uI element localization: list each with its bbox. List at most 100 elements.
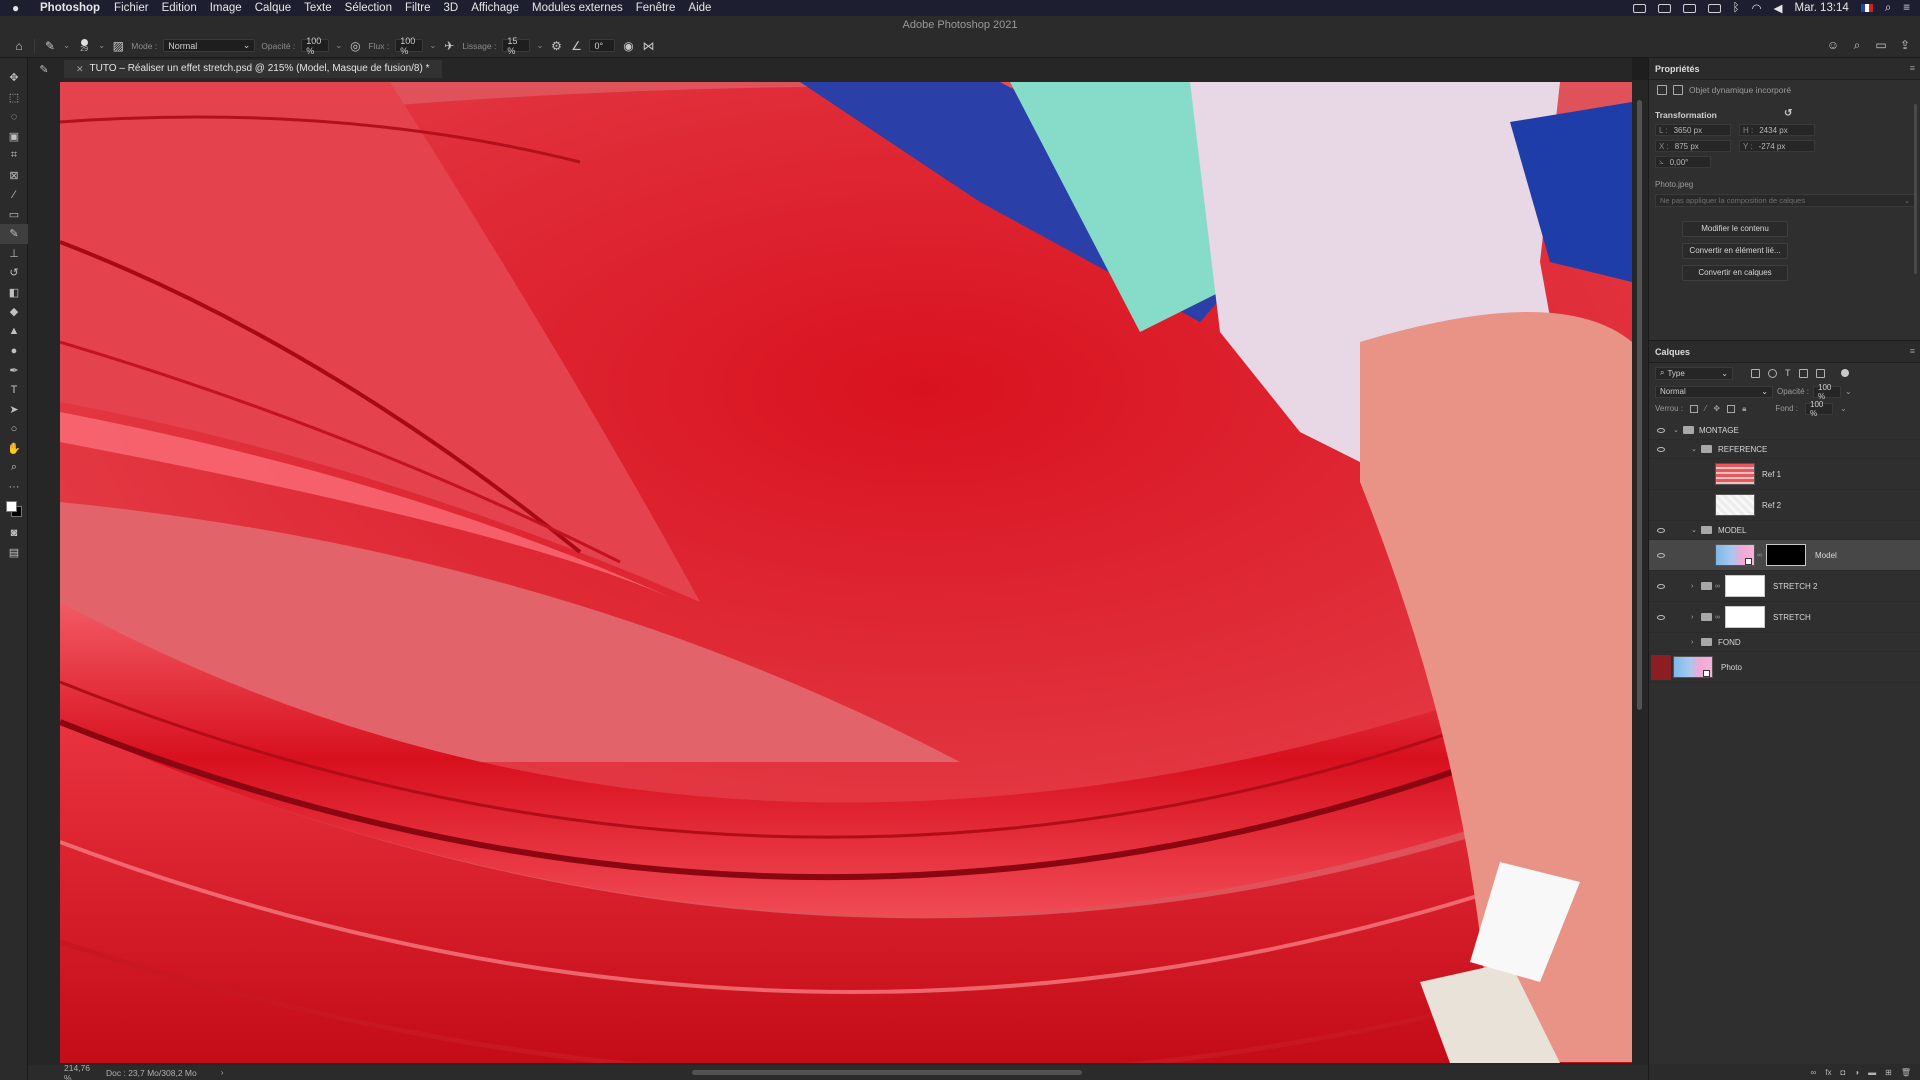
blur-tool-icon[interactable]: ▲ bbox=[0, 322, 28, 342]
object-selection-tool-icon[interactable]: ▣ bbox=[0, 127, 28, 147]
lock-transparent-icon[interactable] bbox=[1690, 404, 1699, 413]
bluetooth-icon[interactable]: ᛒ bbox=[1733, 2, 1740, 14]
layer-row-model-group[interactable]: ⌄ MODEL bbox=[1649, 521, 1920, 540]
clock[interactable]: Mar. 13:14 bbox=[1794, 2, 1848, 14]
menu-affichage[interactable]: Affichage bbox=[471, 2, 519, 14]
visibility-eye-icon[interactable] bbox=[1655, 580, 1667, 592]
shape-tool-icon[interactable]: ○ bbox=[0, 419, 28, 439]
screen-mode-icon[interactable]: ▤ bbox=[0, 543, 28, 563]
menu-edition[interactable]: Edition bbox=[162, 2, 197, 14]
color-swatches[interactable] bbox=[0, 497, 28, 523]
visibility-eye-icon[interactable] bbox=[1655, 424, 1667, 436]
layer-opacity-field[interactable]: 100 % bbox=[1813, 383, 1842, 401]
y-field[interactable]: Y : -274 px bbox=[1739, 140, 1815, 152]
lock-position-icon[interactable]: ✥ bbox=[1713, 404, 1720, 413]
gear-icon[interactable]: ⚙ bbox=[549, 39, 563, 53]
lasso-tool-icon[interactable]: ◌ bbox=[0, 107, 28, 127]
chevron-down-icon[interactable]: ⌄ bbox=[1691, 526, 1699, 534]
document-tab[interactable]: ✕ TUTO – Réaliser un effet stretch.psd @… bbox=[64, 60, 442, 78]
screen-mirroring-icon[interactable] bbox=[1632, 3, 1646, 13]
lock-pixels-icon[interactable]: ⁄ bbox=[1705, 404, 1706, 413]
symmetry-icon[interactable]: ⋈ bbox=[641, 39, 655, 53]
menu-app-name[interactable]: Photoshop bbox=[40, 2, 100, 14]
layer-row-model[interactable]: ∞ Model bbox=[1649, 540, 1920, 571]
chevron-right-icon[interactable]: › bbox=[1691, 639, 1699, 646]
smoothing-field[interactable]: 15 % bbox=[502, 36, 531, 56]
volume-icon[interactable]: ◀ bbox=[1774, 1, 1783, 15]
pen-tool-icon[interactable]: ✒ bbox=[0, 361, 28, 381]
reset-transform-icon[interactable]: ↺ bbox=[1784, 108, 1792, 119]
sync-icon[interactable] bbox=[1682, 3, 1696, 13]
filter-pixel-icon[interactable] bbox=[1751, 368, 1760, 378]
chevron-down-icon[interactable]: ⌄ bbox=[429, 40, 436, 51]
edit-contents-button[interactable]: Modifier le contenu bbox=[1682, 221, 1788, 237]
layer-comp-select[interactable]: Ne pas appliquer la composition de calqu… bbox=[1655, 194, 1915, 207]
home-icon[interactable]: ⌂ bbox=[12, 39, 26, 53]
foreground-color-swatch[interactable] bbox=[6, 501, 17, 512]
wifi-icon[interactable]: ◠ bbox=[1752, 1, 1762, 15]
vertical-scrollbar[interactable] bbox=[1632, 80, 1648, 1065]
paint-bucket-tool-icon[interactable]: ◆ bbox=[0, 302, 28, 322]
chevron-down-icon[interactable]: ⌄ bbox=[1673, 426, 1681, 434]
control-center-icon[interactable]: ≡ bbox=[1903, 2, 1910, 14]
apple-logo-icon[interactable]: ● bbox=[12, 1, 26, 15]
layer-row-reference[interactable]: ⌄ REFERENCE bbox=[1649, 440, 1920, 459]
add-mask-icon[interactable]: ◘ bbox=[1840, 1068, 1845, 1077]
path-selection-tool-icon[interactable]: ➤ bbox=[0, 400, 28, 420]
status-menu-arrow[interactable]: › bbox=[221, 1068, 224, 1077]
layer-row-stretch[interactable]: › ∞ STRETCH bbox=[1649, 602, 1920, 633]
menu-fenetre[interactable]: Fenêtre bbox=[636, 2, 676, 14]
properties-scrollbar[interactable] bbox=[1914, 104, 1917, 274]
creative-cloud-icon[interactable] bbox=[1657, 3, 1671, 13]
type-tool-icon[interactable]: T bbox=[0, 380, 28, 400]
height-field[interactable]: H : 2434 px bbox=[1739, 124, 1815, 136]
menu-image[interactable]: Image bbox=[210, 2, 242, 14]
quick-mask-icon[interactable]: ◙ bbox=[0, 523, 28, 543]
convert-to-layers-button[interactable]: Convertir en calques bbox=[1682, 265, 1788, 281]
menu-selection[interactable]: Sélection bbox=[345, 2, 392, 14]
vertical-scroll-thumb[interactable] bbox=[1637, 100, 1642, 710]
layer-mask-thumbnail[interactable] bbox=[1725, 606, 1765, 628]
layer-filter-select[interactable]: ⌕ Type ⌄ bbox=[1655, 366, 1733, 380]
search-icon[interactable]: ⌕ bbox=[1850, 38, 1864, 52]
healing-brush-tool-icon[interactable]: ▭ bbox=[0, 205, 28, 225]
mode-select[interactable]: Normal ⌄ bbox=[163, 39, 256, 52]
link-icon[interactable]: ∞ bbox=[1715, 614, 1720, 621]
menu-filtre[interactable]: Filtre bbox=[405, 2, 431, 14]
pressure-size-icon[interactable]: ◉ bbox=[621, 39, 635, 53]
layer-row-ref-2[interactable]: Ref 2 bbox=[1649, 490, 1920, 521]
layer-style-fx-icon[interactable]: fx bbox=[1825, 1068, 1831, 1077]
share-user-icon[interactable]: ☺ bbox=[1826, 38, 1840, 52]
menu-modules-externes[interactable]: Modules externes bbox=[532, 2, 623, 14]
new-group-icon[interactable]: ▬ bbox=[1868, 1068, 1876, 1077]
menu-texte[interactable]: Texte bbox=[304, 2, 332, 14]
chevron-right-icon[interactable]: › bbox=[1691, 614, 1699, 621]
move-tool-icon[interactable]: ✥ bbox=[0, 68, 28, 88]
menu-fichier[interactable]: Fichier bbox=[114, 2, 149, 14]
menu-aide[interactable]: Aide bbox=[688, 2, 711, 14]
input-source-flag-icon[interactable] bbox=[1860, 4, 1873, 12]
toolbar-grip[interactable] bbox=[0, 58, 28, 68]
workspace-icon[interactable]: ▭ bbox=[1874, 38, 1888, 52]
adjustment-layer-icon[interactable]: ◑ bbox=[1854, 1068, 1859, 1077]
panel-menu-icon[interactable]: ≡ bbox=[1910, 63, 1915, 73]
layer-row-ref-1[interactable]: Ref 1 bbox=[1649, 459, 1920, 490]
filter-type-icon[interactable]: T bbox=[1785, 368, 1791, 378]
display-icon[interactable] bbox=[1707, 3, 1721, 13]
brush-tool-icon[interactable]: ✎ bbox=[0, 224, 28, 244]
frame-tool-icon[interactable]: ⊠ bbox=[0, 166, 28, 186]
layer-row-montage[interactable]: ⌄ MONTAGE bbox=[1649, 421, 1920, 440]
brush-icon[interactable]: ✎ bbox=[43, 39, 57, 53]
link-icon[interactable]: ∞ bbox=[1757, 552, 1762, 559]
hand-tool-icon[interactable]: ✋ bbox=[0, 439, 28, 459]
close-icon[interactable]: ✕ bbox=[76, 60, 84, 78]
visibility-eye-icon[interactable] bbox=[1655, 549, 1667, 561]
share-icon[interactable]: ⇪ bbox=[1898, 38, 1912, 52]
visibility-toggle-hidden[interactable] bbox=[1651, 654, 1671, 680]
document-canvas[interactable] bbox=[60, 82, 1632, 1063]
filter-adjustment-icon[interactable] bbox=[1768, 368, 1777, 378]
visibility-eye-icon[interactable] bbox=[1655, 443, 1667, 455]
properties-panel-header[interactable]: Propriétés ≡ bbox=[1649, 58, 1920, 80]
horizontal-scroll-thumb[interactable] bbox=[692, 1070, 1082, 1075]
layer-mask-thumbnail[interactable] bbox=[1725, 575, 1765, 597]
